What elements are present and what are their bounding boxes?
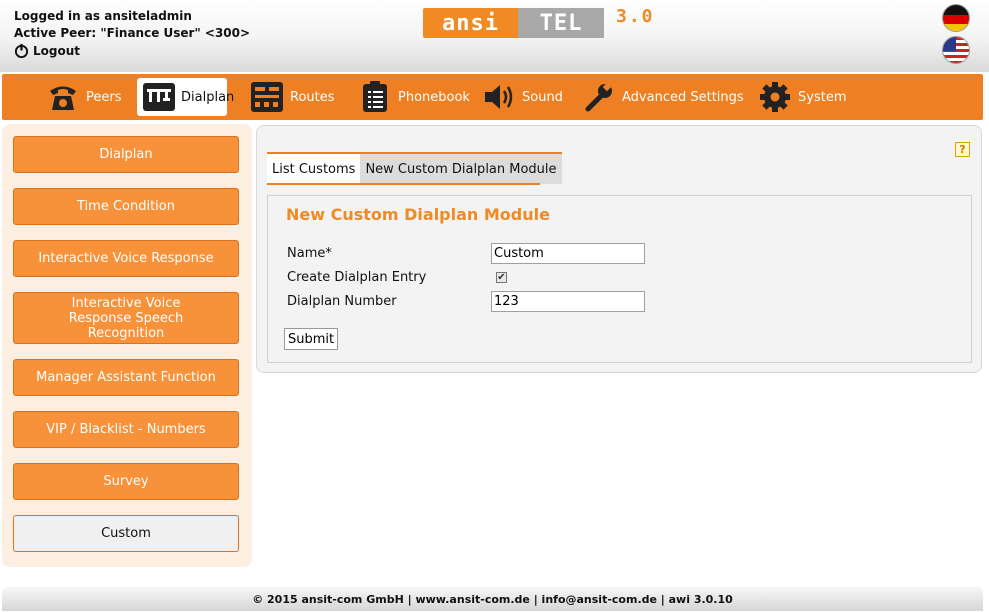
logo-part-ansi: ansi <box>423 8 518 38</box>
form-title: New Custom Dialplan Module <box>286 205 550 224</box>
new-custom-module-form: New Custom Dialplan Module Name* Create … <box>267 195 972 363</box>
logo-version: 3.0 <box>616 6 655 27</box>
name-input[interactable] <box>491 243 645 264</box>
help-icon[interactable]: ? <box>955 142 970 157</box>
nav-label: System <box>798 89 847 105</box>
main-panel: ? List Customs New Custom Dialplan Modul… <box>256 125 982 373</box>
routes-icon <box>250 81 284 113</box>
tab-list-customs[interactable]: List Customs <box>267 154 361 184</box>
name-label: Name* <box>287 246 332 261</box>
nav-label: Advanced Settings <box>622 89 744 105</box>
logged-in-text: Logged in as ansiteladmin <box>14 9 192 23</box>
logo-part-tel: TEL <box>518 8 604 38</box>
ansitel-logo: ansi TEL 3.0 <box>423 6 655 40</box>
power-icon <box>14 43 29 58</box>
nav-label: Dialplan <box>181 89 235 105</box>
nav-advanced-settings[interactable]: Advanced Settings <box>576 78 750 116</box>
sidebar-item-survey[interactable]: Survey <box>13 463 239 500</box>
tab-underline <box>267 183 540 185</box>
nav-routes[interactable]: Routes <box>244 78 341 116</box>
telephone-icon <box>46 81 80 113</box>
german-flag-icon[interactable] <box>942 4 970 32</box>
sidebar-item-ivr-speech[interactable]: Interactive Voice Response Speech Recogn… <box>13 292 239 344</box>
nav-label: Sound <box>522 89 563 105</box>
sidebar-item-manager-assistant[interactable]: Manager Assistant Function <box>13 359 239 396</box>
sidebar-item-time-condition[interactable]: Time Condition <box>13 188 239 225</box>
nav-label: Routes <box>290 89 335 105</box>
submit-button[interactable]: Submit <box>284 328 339 350</box>
page-footer: © 2015 ansit-com GmbH | www.ansit-com.de… <box>2 587 983 611</box>
us-flag-icon[interactable] <box>942 36 970 64</box>
nav-sound[interactable]: Sound <box>476 78 569 116</box>
nav-phonebook[interactable]: Phonebook <box>352 78 476 116</box>
gear-icon <box>758 81 792 113</box>
nav-label: Peers <box>86 89 122 105</box>
dialplan-number-input[interactable] <box>491 291 645 312</box>
main-nav: Peers Dialplan Routes Phonebook Sound Ad… <box>2 74 983 120</box>
sidebar-item-ivr[interactable]: Interactive Voice Response <box>13 240 239 277</box>
phonebook-icon <box>358 81 392 113</box>
logout-link[interactable]: Logout <box>14 43 80 58</box>
sidebar-item-vip-blacklist[interactable]: VIP / Blacklist - Numbers <box>13 411 239 448</box>
tab-new-custom-dialplan-module[interactable]: New Custom Dialplan Module <box>360 154 562 184</box>
dialplan-icon <box>143 81 175 113</box>
nav-dialplan[interactable]: Dialplan <box>137 78 234 116</box>
create-entry-label: Create Dialplan Entry <box>287 270 427 285</box>
sidebar: Dialplan Time Condition Interactive Voic… <box>2 124 252 567</box>
tab-bar: List Customs New Custom Dialplan Module <box>267 152 562 184</box>
sidebar-item-custom[interactable]: Custom <box>13 515 239 552</box>
nav-system[interactable]: System <box>752 78 852 116</box>
logout-label: Logout <box>33 43 81 58</box>
dialplan-number-label: Dialplan Number <box>287 294 397 309</box>
speaker-icon <box>482 81 516 113</box>
page-header: Logged in as ansiteladmin Active Peer: "… <box>0 0 989 72</box>
active-peer-text: Active Peer: "Finance User" <300> <box>14 26 251 40</box>
sidebar-item-dialplan[interactable]: Dialplan <box>13 136 239 173</box>
create-entry-checkbox[interactable]: ✔ <box>496 272 507 283</box>
nav-peers[interactable]: Peers <box>40 78 128 116</box>
nav-label: Phonebook <box>398 89 470 105</box>
wrench-icon <box>582 81 616 113</box>
